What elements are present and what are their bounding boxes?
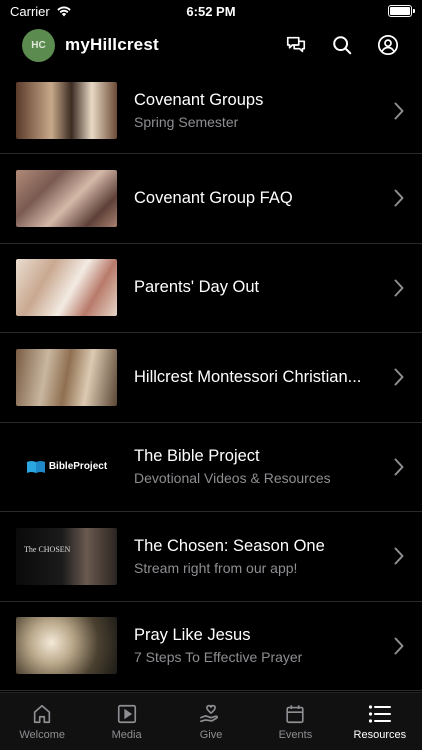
tab-media[interactable]: Media [84, 693, 168, 750]
list-item-hillcrest-montessori[interactable]: Hillcrest Montessori Christian... [0, 333, 422, 423]
thumbnail-image [16, 617, 117, 675]
tab-bar: Welcome Media Give Events Resources [0, 692, 422, 750]
thumbnail-image [16, 259, 117, 317]
list-item-title: The Chosen: Season One [134, 536, 325, 555]
list-item-title: The Bible Project [134, 447, 260, 466]
the-chosen-wordmark: The CHOSEN [24, 544, 71, 554]
list-item-title: Hillcrest Montessori Christian... [134, 367, 362, 386]
list-item-subtitle: Devotional Videos & Resources [134, 470, 331, 487]
chevron-right-icon [392, 637, 406, 655]
list-item-the-chosen[interactable]: The CHOSEN The Chosen: Season One Stream… [0, 512, 422, 602]
tab-give[interactable]: Give [169, 693, 253, 750]
tab-label: Resources [353, 729, 407, 741]
chevron-right-icon [392, 368, 406, 386]
list-item-title: Parents' Day Out [134, 278, 260, 297]
chevron-right-icon [392, 458, 406, 476]
app-header: HC myHillcrest [0, 22, 422, 68]
resource-list: Covenant Groups Spring Semester Covenant… [0, 68, 422, 692]
list-item-text: The Bible Project Devotional Videos & Re… [134, 447, 384, 486]
list-item-subtitle: Stream right from our app! [134, 559, 298, 576]
list-item-pray-like-jesus[interactable]: Pray Like Jesus 7 Steps To Effective Pra… [0, 602, 422, 691]
calendar-icon [284, 701, 306, 727]
chevron-right-icon [392, 279, 406, 297]
list-item-covenant-group-faq[interactable]: Covenant Group FAQ [0, 154, 422, 244]
bible-project-wordmark: BibleProject [48, 461, 108, 473]
list-item-subtitle: 7 Steps To Effective Prayer [134, 649, 303, 666]
open-book-icon [26, 460, 45, 473]
carrier-label: Carrier [10, 3, 50, 19]
search-icon[interactable] [330, 33, 354, 57]
app-title: myHillcrest [65, 35, 159, 54]
list-item-covenant-groups[interactable]: Covenant Groups Spring Semester [0, 68, 422, 154]
tab-events[interactable]: Events [253, 693, 337, 750]
thumbnail-image [16, 169, 117, 227]
list-item-text: The Chosen: Season One Stream right from… [134, 537, 384, 576]
list-icon [368, 701, 392, 727]
list-item-subtitle: Spring Semester [134, 114, 239, 130]
thumbnail-image [16, 348, 117, 406]
list-item-text: Hillcrest Montessori Christian... [134, 368, 384, 387]
list-item-text: Covenant Groups Spring Semester [134, 91, 384, 130]
list-item-title: Pray Like Jesus [134, 626, 251, 645]
home-icon [31, 701, 53, 727]
church-logo[interactable]: HC [22, 28, 55, 62]
chevron-right-icon [392, 547, 406, 565]
tab-label: Welcome [19, 729, 66, 741]
thumbnail-image: BibleProject [16, 438, 117, 496]
battery-icon [388, 5, 415, 17]
wifi-icon [57, 6, 71, 17]
list-item-text: Parents' Day Out [134, 278, 384, 297]
list-item-text: Covenant Group FAQ [134, 189, 384, 208]
give-icon [199, 701, 223, 727]
thumbnail-image: The CHOSEN [16, 527, 117, 585]
list-item-title: Covenant Group FAQ [134, 188, 293, 207]
tab-resources[interactable]: Resources [338, 693, 422, 750]
status-left: Carrier [10, 4, 72, 19]
list-item-bible-project[interactable]: BibleProject The Bible Project Devotiona… [0, 423, 422, 512]
play-icon [116, 701, 138, 727]
header-actions [284, 33, 400, 57]
chat-icon[interactable] [284, 33, 308, 57]
thumbnail-image [16, 82, 117, 139]
tab-label: Give [199, 729, 223, 741]
chevron-right-icon [392, 189, 406, 207]
tab-label: Media [111, 729, 142, 741]
profile-icon[interactable] [376, 33, 400, 57]
tab-welcome[interactable]: Welcome [0, 693, 84, 750]
logo-text: HC [31, 39, 46, 51]
chevron-right-icon [392, 102, 406, 120]
status-bar: Carrier 6:52 PM [0, 0, 422, 22]
list-item-parents-day-out[interactable]: Parents' Day Out [0, 244, 422, 333]
tab-label: Events [278, 729, 313, 741]
list-item-title: Covenant Groups [134, 91, 264, 109]
list-item-text: Pray Like Jesus 7 Steps To Effective Pra… [134, 626, 384, 665]
bible-project-logo: BibleProject [26, 460, 107, 474]
